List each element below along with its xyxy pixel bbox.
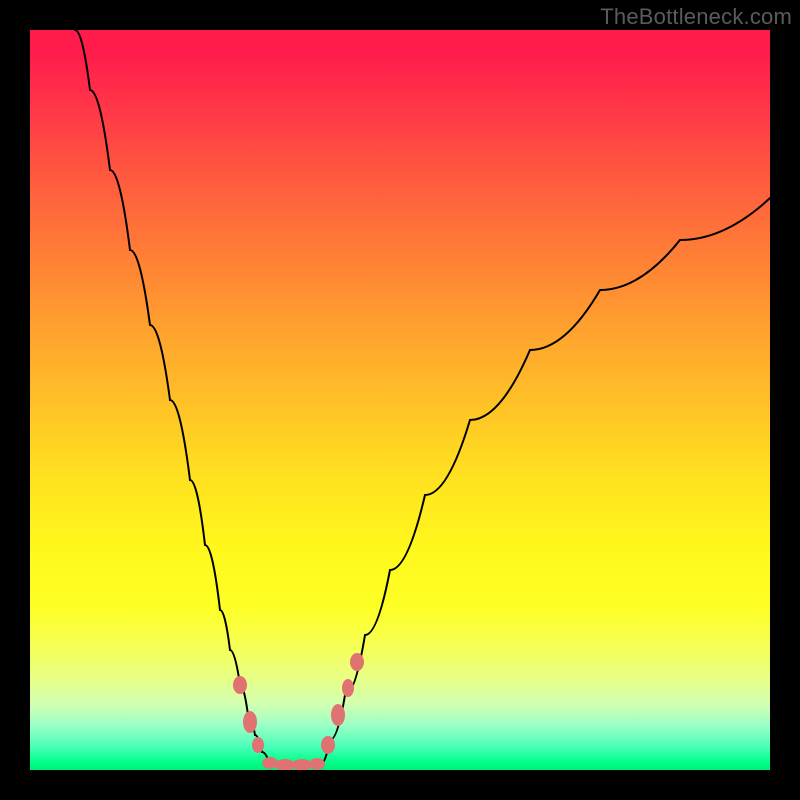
plot-area [30,30,770,770]
data-marker [331,704,345,726]
right-curve [320,198,770,765]
chart-frame: TheBottleneck.com [0,0,800,800]
marker-group [233,653,364,770]
data-marker [350,653,364,671]
data-marker [233,676,247,694]
data-marker [252,737,264,753]
watermark-text: TheBottleneck.com [600,4,792,30]
data-marker [243,711,257,733]
data-marker [342,679,354,697]
left-curve [75,30,270,765]
data-marker [321,736,335,754]
curve-layer [30,30,770,770]
data-marker [292,759,312,770]
data-marker [309,758,325,770]
data-marker [275,759,295,770]
